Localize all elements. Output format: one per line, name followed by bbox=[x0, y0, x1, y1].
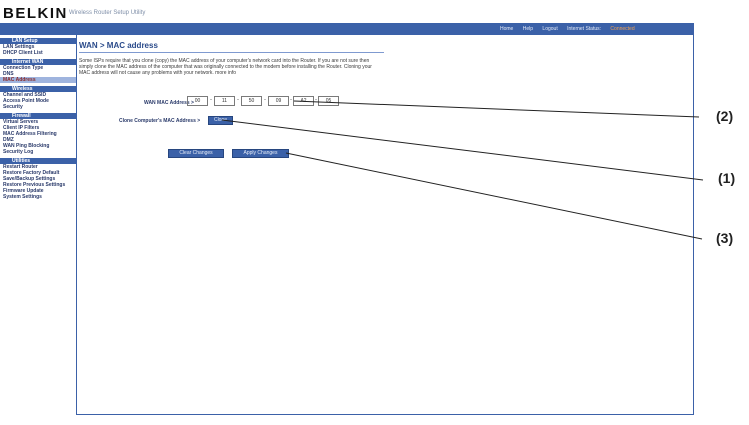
sidebar-item-security-log[interactable]: Security Log bbox=[0, 149, 76, 155]
mac-description: Some ISPs require that you clone (copy) … bbox=[79, 58, 372, 76]
mac-separator: - bbox=[264, 97, 266, 103]
callout-3-label: (3) bbox=[716, 230, 734, 246]
mac-octet-2-field[interactable]: 11 bbox=[214, 96, 235, 106]
mac-separator: - bbox=[237, 97, 239, 103]
mac-separator: - bbox=[210, 97, 212, 103]
sidebar-item-wireless-security[interactable]: Security bbox=[0, 104, 76, 110]
logout-link[interactable]: Logout bbox=[542, 26, 557, 32]
sidebar: LAN Setup LAN Settings DHCP Client List … bbox=[0, 35, 77, 415]
clone-button[interactable]: Clone bbox=[208, 116, 233, 125]
sidebar-item-system-settings[interactable]: System Settings bbox=[0, 194, 76, 200]
sidebar-item-dhcp-client-list[interactable]: DHCP Client List bbox=[0, 50, 76, 56]
mac-octet-6-field[interactable]: 05 bbox=[318, 96, 339, 106]
internet-status-value: Connected bbox=[610, 26, 635, 32]
top-links: Home Help Logout Internet Status: Connec… bbox=[500, 26, 643, 32]
mac-separator: - bbox=[315, 97, 317, 103]
callout-1-label: (1) bbox=[718, 170, 736, 186]
clone-mac-label: Clone Computer's MAC Address > bbox=[119, 118, 201, 124]
belkin-logo: BELKIN bbox=[3, 5, 68, 22]
page: BELKIN Wireless Router Setup Utility Hom… bbox=[0, 0, 749, 425]
sidebar-item-mac-address[interactable]: MAC Address bbox=[0, 77, 76, 83]
clear-changes-button[interactable]: Clear Changes bbox=[168, 149, 224, 158]
page-title: WAN > MAC address bbox=[79, 41, 158, 50]
mac-separator: - bbox=[290, 97, 292, 103]
apply-changes-button[interactable]: Apply Changes bbox=[232, 149, 289, 158]
mac-octet-1-field[interactable]: 00 bbox=[187, 96, 208, 106]
mac-octet-3-field[interactable]: 50 bbox=[241, 96, 262, 106]
internet-status-label: Internet Status: bbox=[567, 26, 602, 32]
mac-octet-4-field[interactable]: 09 bbox=[268, 96, 289, 106]
home-link[interactable]: Home bbox=[500, 26, 513, 32]
tagline: Wireless Router Setup Utility bbox=[69, 10, 146, 16]
main-panel bbox=[76, 35, 694, 415]
help-link[interactable]: Help bbox=[523, 26, 533, 32]
callout-2-label: (2) bbox=[716, 108, 734, 124]
mac-octet-5-field[interactable]: A2 bbox=[293, 96, 314, 106]
title-divider bbox=[79, 52, 384, 53]
